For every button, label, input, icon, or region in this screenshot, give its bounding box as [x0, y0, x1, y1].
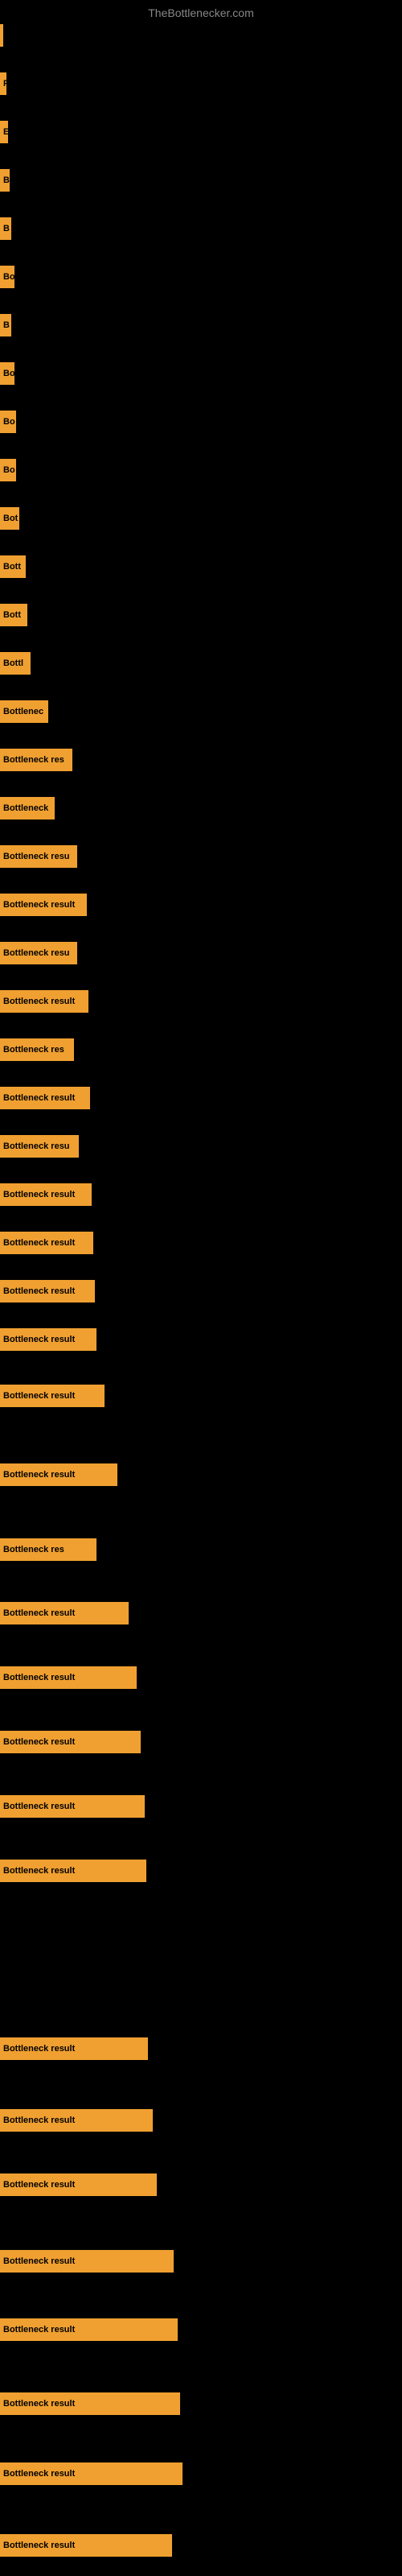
result-bar: Bottleneck result: [0, 1328, 96, 1351]
bar-row: E: [0, 121, 402, 143]
result-bar: Bottleneck result: [0, 1385, 105, 1407]
bar-row: Bottleneck result: [0, 2037, 402, 2060]
bar-row: Bottleneck resu: [0, 942, 402, 964]
result-bar: Bottleneck: [0, 797, 55, 819]
bar-row: Bottleneck result: [0, 2534, 402, 2557]
bar-row: Bottleneck result: [0, 1087, 402, 1109]
bar-row: Bo: [0, 266, 402, 288]
bar-row: Bottleneck result: [0, 990, 402, 1013]
result-bar: Bottl: [0, 652, 31, 675]
result-bar: Bo: [0, 362, 14, 385]
result-bar: Bottleneck result: [0, 1183, 92, 1206]
bar-row: Bottleneck result: [0, 1666, 402, 1689]
result-bar: Bo: [0, 411, 16, 433]
bar-row: Bottleneck result: [0, 894, 402, 916]
bar-row: Bott: [0, 555, 402, 578]
result-bar: Bottleneck result: [0, 2174, 157, 2196]
result-bar: Bottleneck result: [0, 2250, 174, 2273]
result-bar: Bottleneck result: [0, 1232, 93, 1254]
bar-row: Bottleneck res: [0, 1038, 402, 1061]
result-bar: Bottlenec: [0, 700, 48, 723]
bar-row: F: [0, 72, 402, 95]
bar-row: Bottleneck result: [0, 1731, 402, 1753]
result-bar: Bottleneck result: [0, 2534, 172, 2557]
result-bar: Bo: [0, 266, 14, 288]
result-bar: E: [0, 121, 8, 143]
bar-row: Bottleneck result: [0, 1328, 402, 1351]
bar-row: Bo: [0, 411, 402, 433]
bar-row: Bottleneck resu: [0, 1135, 402, 1158]
bar-row: Bottleneck result: [0, 1385, 402, 1407]
bar-row: Bo: [0, 362, 402, 385]
bar-row: Bottleneck res: [0, 749, 402, 771]
result-bar: Bottleneck result: [0, 894, 87, 916]
bar-row: Bottleneck result: [0, 1280, 402, 1302]
result-bar: |: [0, 24, 3, 47]
result-bar: Bottleneck res: [0, 1038, 74, 1061]
bar-row: Bottleneck result: [0, 2392, 402, 2415]
bar-row: Bottl: [0, 652, 402, 675]
result-bar: Bottleneck result: [0, 990, 88, 1013]
bar-row: Bottleneck result: [0, 1602, 402, 1624]
result-bar: B: [0, 169, 10, 192]
bar-row: Bot: [0, 507, 402, 530]
bar-row: Bottleneck result: [0, 2174, 402, 2196]
result-bar: Bottleneck result: [0, 1795, 145, 1818]
result-bar: Bo: [0, 459, 16, 481]
site-title: TheBottlenecker.com: [0, 0, 402, 26]
bar-row: Bottleneck result: [0, 2109, 402, 2132]
result-bar: Bottleneck resu: [0, 845, 77, 868]
result-bar: Bottleneck res: [0, 749, 72, 771]
bar-row: Bottleneck result: [0, 2250, 402, 2273]
bar-row: Bott: [0, 604, 402, 626]
result-bar: Bottleneck result: [0, 1087, 90, 1109]
result-bar: Bottleneck result: [0, 1666, 137, 1689]
result-bar: Bottleneck result: [0, 1731, 141, 1753]
result-bar: Bottleneck resu: [0, 1135, 79, 1158]
bar-row: Bottleneck result: [0, 1232, 402, 1254]
result-bar: F: [0, 72, 6, 95]
bar-row: Bottleneck result: [0, 1463, 402, 1486]
bar-row: Bottleneck result: [0, 2318, 402, 2341]
bar-row: |: [0, 24, 402, 47]
result-bar: Bottleneck result: [0, 1602, 129, 1624]
bar-row: Bottleneck res: [0, 1538, 402, 1561]
result-bar: Bottleneck result: [0, 2109, 153, 2132]
result-bar: Bott: [0, 555, 26, 578]
result-bar: Bottleneck result: [0, 1860, 146, 1882]
bar-row: Bottleneck: [0, 797, 402, 819]
bar-row: Bottleneck resu: [0, 845, 402, 868]
bar-row: Bo: [0, 459, 402, 481]
result-bar: Bottleneck result: [0, 2462, 183, 2485]
result-bar: Bottleneck result: [0, 2318, 178, 2341]
result-bar: B: [0, 217, 11, 240]
result-bar: Bottleneck res: [0, 1538, 96, 1561]
result-bar: Bottleneck resu: [0, 942, 77, 964]
bar-row: Bottleneck result: [0, 1183, 402, 1206]
result-bar: Bottleneck result: [0, 1280, 95, 1302]
bar-row: Bottleneck result: [0, 2462, 402, 2485]
result-bar: B: [0, 314, 11, 336]
result-bar: Bott: [0, 604, 27, 626]
bar-row: B: [0, 314, 402, 336]
bar-row: B: [0, 217, 402, 240]
result-bar: Bot: [0, 507, 19, 530]
bar-row: Bottlenec: [0, 700, 402, 723]
bar-row: Bottleneck result: [0, 1860, 402, 1882]
bar-row: B: [0, 169, 402, 192]
result-bar: Bottleneck result: [0, 2392, 180, 2415]
result-bar: Bottleneck result: [0, 2037, 148, 2060]
result-bar: Bottleneck result: [0, 1463, 117, 1486]
bar-row: Bottleneck result: [0, 1795, 402, 1818]
